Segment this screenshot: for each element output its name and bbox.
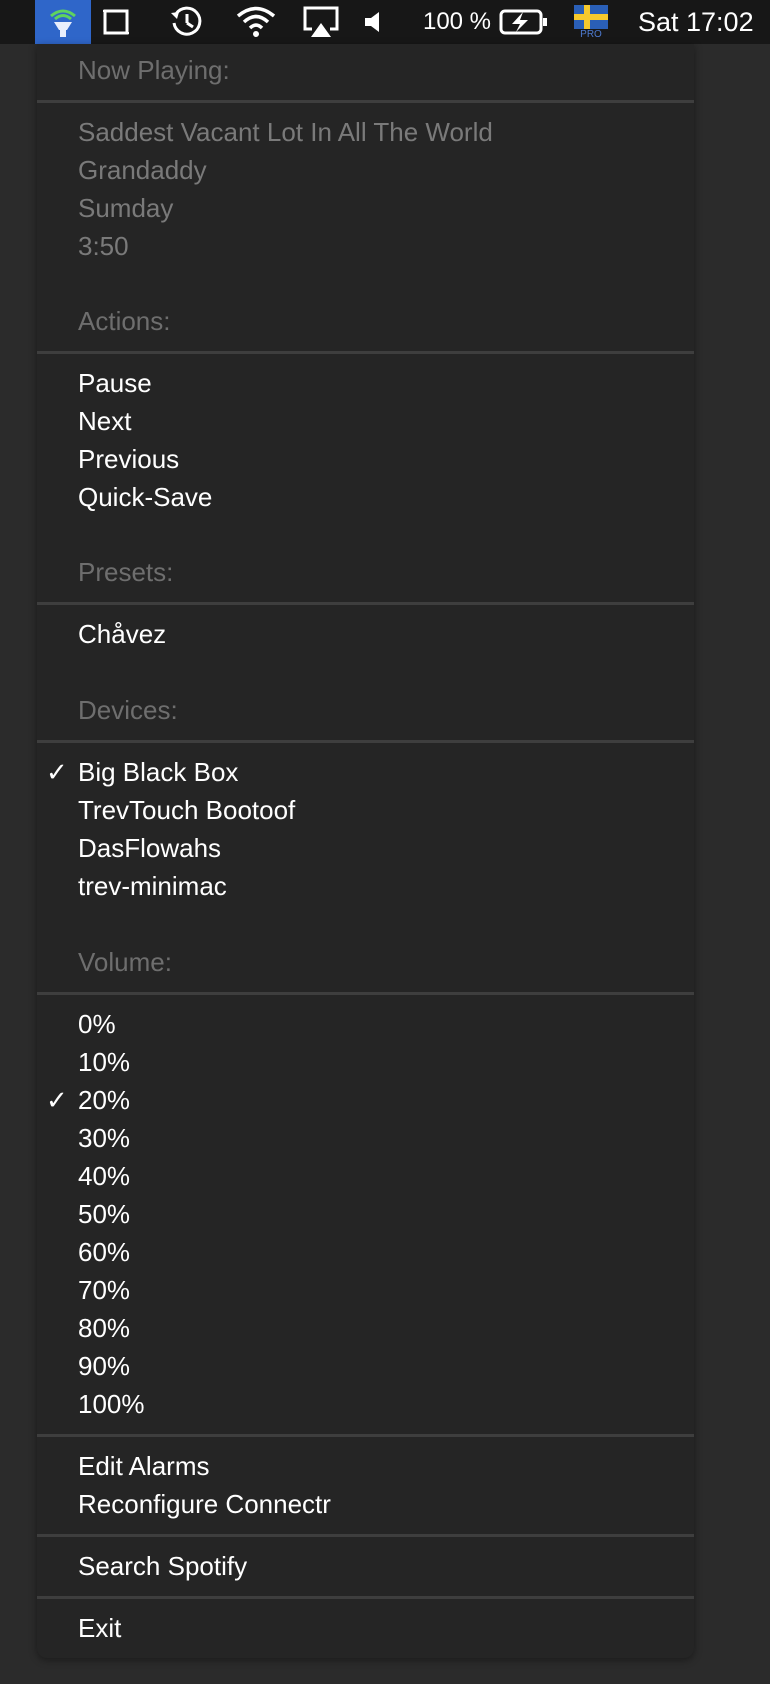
- reconfigure-connectr-item[interactable]: Reconfigure Connectr: [37, 1485, 694, 1523]
- menu-item-next[interactable]: Next: [37, 402, 694, 440]
- volume-item-0[interactable]: 0%: [37, 1005, 694, 1043]
- menu-item-pause[interactable]: Pause: [37, 364, 694, 402]
- airplay-icon[interactable]: [300, 0, 342, 44]
- volume-item-10[interactable]: 10%: [37, 1043, 694, 1081]
- separator: [37, 100, 694, 103]
- time-machine-icon[interactable]: [166, 0, 206, 44]
- search-spotify-item[interactable]: Search Spotify: [37, 1547, 694, 1585]
- separator: [37, 1534, 694, 1537]
- separator: [37, 1434, 694, 1437]
- devices-header: Devices:: [78, 694, 178, 725]
- separator: [37, 1596, 694, 1599]
- now-playing-artist: Grandaddy: [78, 154, 207, 185]
- menu-item-previous[interactable]: Previous: [37, 440, 694, 478]
- separator: [37, 992, 694, 995]
- menu-item-quick-save[interactable]: Quick-Save: [37, 478, 694, 516]
- device-item-big-black-box[interactable]: ✓ Big Black Box: [37, 753, 694, 791]
- volume-item-70[interactable]: 70%: [37, 1271, 694, 1309]
- volume-icon[interactable]: [358, 0, 388, 44]
- connectr-app-icon[interactable]: [35, 0, 91, 44]
- wifi-icon[interactable]: [234, 0, 278, 44]
- presets-header: Presets:: [78, 556, 174, 587]
- now-playing-track: Saddest Vacant Lot In All The World: [78, 116, 493, 147]
- separator: [37, 602, 694, 605]
- volume-item-60[interactable]: 60%: [37, 1233, 694, 1271]
- battery-percentage[interactable]: 100 %: [422, 0, 492, 44]
- connectr-dropdown-menu: Now Playing: Saddest Vacant Lot In All T…: [37, 44, 694, 1658]
- window-icon[interactable]: [98, 0, 134, 44]
- device-item-trev-minimac[interactable]: trev-minimac: [37, 867, 694, 905]
- now-playing-album: Sumday: [78, 192, 174, 223]
- device-item-dasflowahs[interactable]: DasFlowahs: [37, 829, 694, 867]
- volume-item-90[interactable]: 90%: [37, 1347, 694, 1385]
- volume-item-30[interactable]: 30%: [37, 1119, 694, 1157]
- preset-item[interactable]: Chåvez: [37, 615, 694, 653]
- volume-item-80[interactable]: 80%: [37, 1309, 694, 1347]
- separator: [37, 351, 694, 354]
- now-playing-header: Now Playing:: [78, 54, 230, 85]
- separator: [37, 740, 694, 743]
- volume-item-40[interactable]: 40%: [37, 1157, 694, 1195]
- volume-item-20[interactable]: ✓ 20%: [37, 1081, 694, 1119]
- volume-item-50[interactable]: 50%: [37, 1195, 694, 1233]
- exit-item[interactable]: Exit: [37, 1609, 694, 1647]
- battery-charging-icon[interactable]: [498, 0, 550, 44]
- actions-header: Actions:: [78, 305, 171, 336]
- now-playing-duration: 3:50: [78, 230, 129, 261]
- volume-header: Volume:: [78, 946, 172, 977]
- swedish-flag-keyboard-icon[interactable]: PRO: [572, 0, 610, 44]
- edit-alarms-item[interactable]: Edit Alarms: [37, 1447, 694, 1485]
- menu-bar-clock[interactable]: Sat 17:02: [638, 0, 768, 44]
- device-item-trevtouch-bootoof[interactable]: TrevTouch Bootoof: [37, 791, 694, 829]
- volume-item-100[interactable]: 100%: [37, 1385, 694, 1423]
- menu-bar: 100 % PRO Sat 17:02: [0, 0, 770, 44]
- flag-badge: PRO: [580, 28, 602, 40]
- checkmark-icon: ✓: [46, 756, 68, 787]
- checkmark-icon: ✓: [46, 1084, 68, 1115]
